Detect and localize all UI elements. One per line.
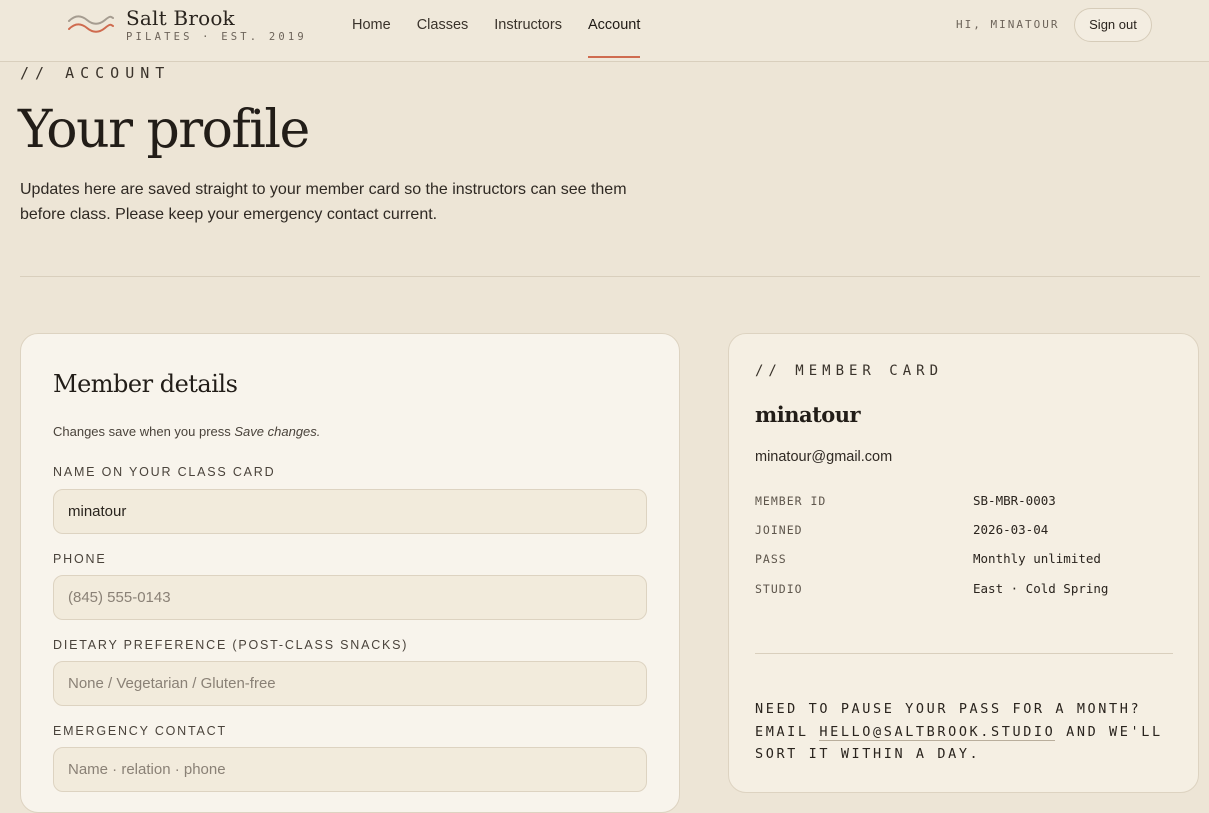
page-intro: Updates here are saved straight to your …: [20, 181, 627, 223]
phone-input[interactable]: [53, 575, 647, 620]
top-navigation-bar: Salt Brook PILATES · EST. 2019 Home Clas…: [0, 0, 1209, 62]
phone-field-label: PHONE: [53, 552, 107, 566]
member-id-value: SB-MBR-0003: [973, 493, 1056, 508]
member-details-panel: Member details Changes save when you pre…: [20, 333, 680, 813]
pass-value: Monthly unlimited: [973, 551, 1101, 566]
joined-value: 2026-03-04: [973, 522, 1049, 537]
nav-item-classes[interactable]: Classes: [417, 0, 469, 58]
page-title: Your profile: [18, 100, 310, 160]
support-email-link[interactable]: HELLO@SALTBROOK.STUDIO: [819, 723, 1056, 741]
emergency-contact-label: EMERGENCY CONTACT: [53, 724, 227, 738]
member-email: minatour@gmail.com: [755, 449, 893, 465]
user-greeting: HI, MINATOUR: [956, 18, 1060, 31]
member-name: minatour: [755, 402, 861, 427]
studio-value: East · Cold Spring: [973, 581, 1109, 596]
save-note: Changes save when you press Save changes…: [53, 424, 320, 439]
member-card: // MEMBER CARD minatour minatour@gmail.c…: [728, 333, 1199, 793]
emergency-contact-input[interactable]: [53, 747, 647, 792]
member-id-label: MEMBER ID: [755, 494, 827, 508]
joined-label: JOINED: [755, 523, 803, 537]
name-field-label: NAME ON YOUR CLASS CARD: [53, 465, 276, 479]
studio-label: STUDIO: [755, 582, 803, 596]
dietary-preference-input[interactable]: [53, 661, 647, 706]
main-nav: Home Classes Instructors Account: [352, 0, 666, 62]
section-divider: [20, 276, 1200, 277]
name-input[interactable]: [53, 489, 647, 534]
pass-label: PASS: [755, 552, 787, 566]
save-note-text: Changes save when you press: [53, 424, 235, 439]
nav-item-instructors[interactable]: Instructors: [494, 0, 562, 58]
nav-item-account[interactable]: Account: [587, 0, 641, 58]
sign-out-button[interactable]: Sign out: [1074, 8, 1152, 42]
waves-logo-icon[interactable]: [67, 12, 115, 38]
member-card-divider: [755, 653, 1173, 654]
pause-pass-note: NEED TO PAUSE YOUR PASS FOR A MONTH? EMA…: [755, 698, 1185, 766]
nav-item-home[interactable]: Home: [352, 0, 391, 58]
brand-tagline: PILATES · EST. 2019: [126, 31, 307, 43]
section-eyebrow: // ACCOUNT: [20, 64, 171, 82]
brand-name[interactable]: Salt Brook: [126, 6, 235, 30]
dietary-field-label: DIETARY PREFERENCE (POST-CLASS SNACKS): [53, 638, 409, 652]
save-note-action: Save changes.: [234, 424, 321, 439]
member-card-eyebrow: // MEMBER CARD: [755, 363, 944, 379]
member-details-title: Member details: [53, 370, 238, 398]
